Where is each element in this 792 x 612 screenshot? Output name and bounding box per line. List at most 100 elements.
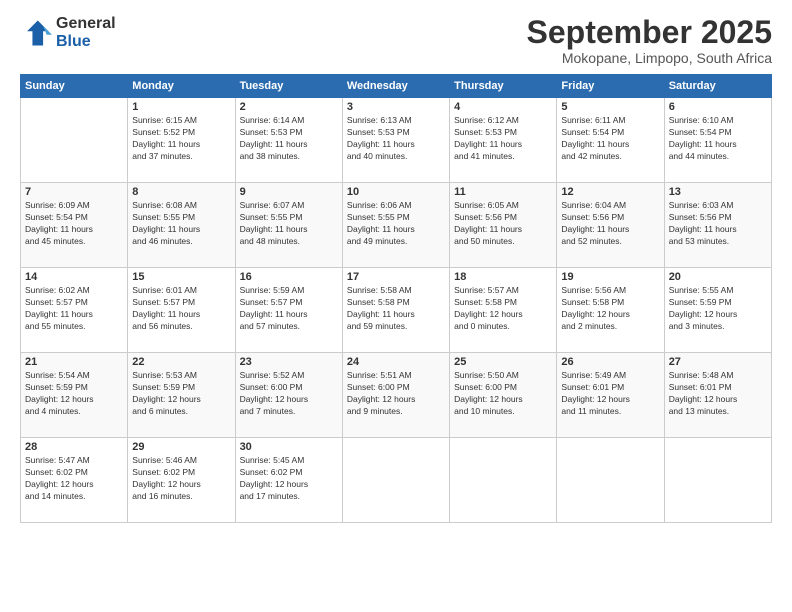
day-number: 12 — [561, 186, 659, 198]
table-row: 22Sunrise: 5:53 AM Sunset: 5:59 PM Dayli… — [128, 353, 235, 438]
day-number: 25 — [454, 356, 552, 368]
day-info: Sunrise: 6:15 AM Sunset: 5:52 PM Dayligh… — [132, 115, 230, 163]
day-info: Sunrise: 6:12 AM Sunset: 5:53 PM Dayligh… — [454, 115, 552, 163]
table-row: 13Sunrise: 6:03 AM Sunset: 5:56 PM Dayli… — [664, 183, 771, 268]
table-row — [664, 438, 771, 523]
table-row: 11 Sunrise: 6:05 AM Sunset: 5:56 PM Dayli… — [450, 183, 557, 268]
day-info: Sunrise: 6:04 AM Sunset: 5:56 PM Dayligh… — [561, 200, 659, 248]
day-info: Sunrise: 5:48 AM Sunset: 6:01 PM Dayligh… — [669, 370, 767, 418]
table-row: 12 Sunrise: 6:04 AM Sunset: 5:56 PM Dayli… — [557, 183, 664, 268]
day-info: Sunrise: 5:57 AM Sunset: 5:58 PM Dayligh… — [454, 285, 552, 333]
table-row: 29Sunrise: 5:46 AM Sunset: 6:02 PM Dayli… — [128, 438, 235, 523]
day-number: 19 — [561, 271, 659, 283]
calendar-header-row: Sunday Monday Tuesday Wednesday Thursday… — [21, 75, 772, 98]
table-row: 15Sunrise: 6:01 AM Sunset: 5:57 PM Dayli… — [128, 268, 235, 353]
col-monday: Monday — [128, 75, 235, 98]
day-info: Sunrise: 6:14 AM Sunset: 5:53 PM Dayligh… — [240, 115, 338, 163]
table-row: 4 Sunrise: 6:12 AM Sunset: 5:53 PM Daylig… — [450, 98, 557, 183]
day-number: 30 — [240, 441, 338, 453]
table-row — [21, 98, 128, 183]
calendar-week-row: 7Sunrise: 6:09 AM Sunset: 5:54 PM Daylig… — [21, 183, 772, 268]
day-number: 11 — [454, 186, 552, 198]
table-row: 9Sunrise: 6:07 AM Sunset: 5:55 PM Daylig… — [235, 183, 342, 268]
day-number: 6 — [669, 101, 767, 113]
table-row: 18 Sunrise: 5:57 AM Sunset: 5:58 PM Dayli… — [450, 268, 557, 353]
table-row — [450, 438, 557, 523]
day-info: Sunrise: 5:51 AM Sunset: 6:00 PM Dayligh… — [347, 370, 445, 418]
day-number: 27 — [669, 356, 767, 368]
calendar-week-row: 14 Sunrise: 6:02 AM Sunset: 5:57 PM Dayli… — [21, 268, 772, 353]
day-info: Sunrise: 5:52 AM Sunset: 6:00 PM Dayligh… — [240, 370, 338, 418]
table-row: 14 Sunrise: 6:02 AM Sunset: 5:57 PM Dayli… — [21, 268, 128, 353]
table-row: 26Sunrise: 5:49 AM Sunset: 6:01 PM Dayli… — [557, 353, 664, 438]
day-number: 10 — [347, 186, 445, 198]
day-info: Sunrise: 5:59 AM Sunset: 5:57 PM Dayligh… — [240, 285, 338, 333]
day-number: 29 — [132, 441, 230, 453]
day-number: 5 — [561, 101, 659, 113]
table-row: 7Sunrise: 6:09 AM Sunset: 5:54 PM Daylig… — [21, 183, 128, 268]
calendar-week-row: 1 Sunrise: 6:15 AM Sunset: 5:52 PM Daylig… — [21, 98, 772, 183]
table-row: 17Sunrise: 5:58 AM Sunset: 5:58 PM Dayli… — [342, 268, 449, 353]
day-info: Sunrise: 5:55 AM Sunset: 5:59 PM Dayligh… — [669, 285, 767, 333]
table-row: 3Sunrise: 6:13 AM Sunset: 5:53 PM Daylig… — [342, 98, 449, 183]
calendar-week-row: 28 Sunrise: 5:47 AM Sunset: 6:02 PM Dayli… — [21, 438, 772, 523]
day-info: Sunrise: 6:09 AM Sunset: 5:54 PM Dayligh… — [25, 200, 123, 248]
day-info: Sunrise: 6:10 AM Sunset: 5:54 PM Dayligh… — [669, 115, 767, 163]
table-row: 28 Sunrise: 5:47 AM Sunset: 6:02 PM Dayli… — [21, 438, 128, 523]
table-row: 5 Sunrise: 6:11 AM Sunset: 5:54 PM Daylig… — [557, 98, 664, 183]
title-block: September 2025 Mokopane, Limpopo, South … — [527, 15, 772, 66]
col-friday: Friday — [557, 75, 664, 98]
day-info: Sunrise: 5:56 AM Sunset: 5:58 PM Dayligh… — [561, 285, 659, 333]
logo: General Blue — [20, 15, 116, 50]
logo-text: General Blue — [56, 15, 116, 50]
col-tuesday: Tuesday — [235, 75, 342, 98]
page: General Blue September 2025 Mokopane, Li… — [0, 0, 792, 612]
day-info: Sunrise: 6:05 AM Sunset: 5:56 PM Dayligh… — [454, 200, 552, 248]
day-info: Sunrise: 5:45 AM Sunset: 6:02 PM Dayligh… — [240, 455, 338, 503]
day-number: 28 — [25, 441, 123, 453]
table-row: 23 Sunrise: 5:52 AM Sunset: 6:00 PM Dayli… — [235, 353, 342, 438]
table-row: 27 Sunrise: 5:48 AM Sunset: 6:01 PM Dayli… — [664, 353, 771, 438]
table-row: 21 Sunrise: 5:54 AM Sunset: 5:59 PM Dayli… — [21, 353, 128, 438]
calendar-table: Sunday Monday Tuesday Wednesday Thursday… — [20, 74, 772, 523]
table-row: 24 Sunrise: 5:51 AM Sunset: 6:00 PM Dayli… — [342, 353, 449, 438]
day-number: 2 — [240, 101, 338, 113]
table-row: 20 Sunrise: 5:55 AM Sunset: 5:59 PM Dayli… — [664, 268, 771, 353]
day-info: Sunrise: 5:54 AM Sunset: 5:59 PM Dayligh… — [25, 370, 123, 418]
day-number: 21 — [25, 356, 123, 368]
table-row — [342, 438, 449, 523]
day-number: 20 — [669, 271, 767, 283]
day-number: 18 — [454, 271, 552, 283]
table-row: 2 Sunrise: 6:14 AM Sunset: 5:53 PM Daylig… — [235, 98, 342, 183]
table-row: 25Sunrise: 5:50 AM Sunset: 6:00 PM Dayli… — [450, 353, 557, 438]
col-sunday: Sunday — [21, 75, 128, 98]
col-thursday: Thursday — [450, 75, 557, 98]
header: General Blue September 2025 Mokopane, Li… — [20, 15, 772, 66]
day-info: Sunrise: 5:47 AM Sunset: 6:02 PM Dayligh… — [25, 455, 123, 503]
day-info: Sunrise: 6:11 AM Sunset: 5:54 PM Dayligh… — [561, 115, 659, 163]
day-number: 3 — [347, 101, 445, 113]
day-info: Sunrise: 6:06 AM Sunset: 5:55 PM Dayligh… — [347, 200, 445, 248]
table-row: 1 Sunrise: 6:15 AM Sunset: 5:52 PM Daylig… — [128, 98, 235, 183]
day-info: Sunrise: 6:08 AM Sunset: 5:55 PM Dayligh… — [132, 200, 230, 248]
location-title: Mokopane, Limpopo, South Africa — [527, 50, 772, 66]
col-wednesday: Wednesday — [342, 75, 449, 98]
table-row: 30 Sunrise: 5:45 AM Sunset: 6:02 PM Dayli… — [235, 438, 342, 523]
day-number: 14 — [25, 271, 123, 283]
calendar-week-row: 21 Sunrise: 5:54 AM Sunset: 5:59 PM Dayli… — [21, 353, 772, 438]
day-info: Sunrise: 5:58 AM Sunset: 5:58 PM Dayligh… — [347, 285, 445, 333]
day-info: Sunrise: 6:03 AM Sunset: 5:56 PM Dayligh… — [669, 200, 767, 248]
day-info: Sunrise: 5:53 AM Sunset: 5:59 PM Dayligh… — [132, 370, 230, 418]
table-row — [557, 438, 664, 523]
day-number: 9 — [240, 186, 338, 198]
table-row: 6 Sunrise: 6:10 AM Sunset: 5:54 PM Daylig… — [664, 98, 771, 183]
day-number: 8 — [132, 186, 230, 198]
day-number: 24 — [347, 356, 445, 368]
day-number: 4 — [454, 101, 552, 113]
month-title: September 2025 — [527, 15, 772, 50]
day-info: Sunrise: 6:02 AM Sunset: 5:57 PM Dayligh… — [25, 285, 123, 333]
day-number: 26 — [561, 356, 659, 368]
table-row: 8 Sunrise: 6:08 AM Sunset: 5:55 PM Daylig… — [128, 183, 235, 268]
day-number: 23 — [240, 356, 338, 368]
day-number: 1 — [132, 101, 230, 113]
